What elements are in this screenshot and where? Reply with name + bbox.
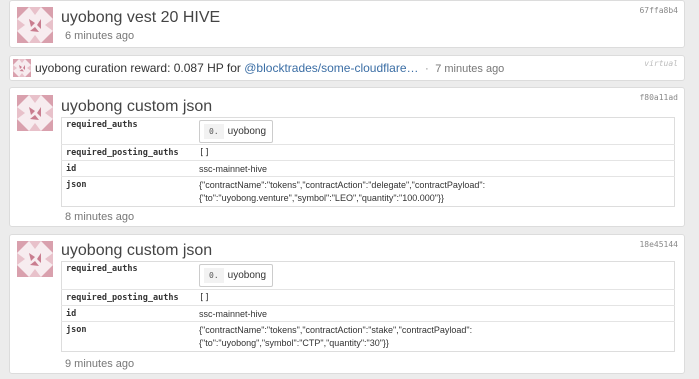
op-params-table: required_auths 0. uyobong required_postin… [61,261,675,352]
param-row: json {"contractName":"tokens","contractA… [61,321,675,352]
json-line: {"to":"uyobong.venture","symbol":"LEO","… [199,192,444,203]
param-key: json [61,321,195,352]
avatar[interactable] [17,95,53,131]
json-line: {"to":"uyobong","symbol":"CTP","quantity… [199,337,389,348]
auth-index: 0. [204,123,224,139]
param-key: id [61,160,195,177]
param-row: required_auths 0. uyobong [62,262,675,290]
timestamp[interactable]: 7 minutes ago [435,63,504,75]
auth-account-link[interactable]: uyobong [228,270,266,281]
param-key: json [61,176,195,207]
op-card-custom-json: uyobong custom json f80a11ad required_au… [9,87,685,227]
curation-text: uyobong curation reward: 0.087 HP for [35,61,241,75]
param-row: required_posting_auths [] [61,289,675,306]
trx-id[interactable]: 18e45144 [639,240,678,249]
timestamp[interactable]: 9 minutes ago [65,358,134,370]
op-title[interactable]: uyobong vest 20 HIVE [61,9,220,27]
auth-account-link[interactable]: uyobong [228,126,266,137]
op-params-table: required_auths 0. uyobong required_postin… [61,117,675,207]
auth-box: 0. uyobong [199,264,274,287]
op-title[interactable]: uyobong custom json [61,242,212,260]
param-value: 0. uyobong [195,262,675,290]
post-link[interactable]: @blocktrades/some-cloudflare… [244,61,418,75]
avatar[interactable] [17,7,53,43]
auth-index: 0. [204,268,224,283]
param-key: id [61,305,195,322]
avatar[interactable] [13,59,31,77]
json-line: {"contractName":"tokens","contractAction… [199,179,486,190]
auth-box: 0. uyobong [199,119,274,143]
trx-id: virtual [644,59,678,68]
param-value: {"contractName":"tokens","contractAction… [195,176,675,207]
param-value: [] [195,144,675,161]
avatar[interactable] [17,241,53,277]
param-value: [] [195,289,675,306]
param-row: json {"contractName":"tokens","contractA… [61,176,675,207]
param-key: required_posting_auths [61,144,195,161]
param-key: required_auths [66,120,138,130]
timestamp[interactable]: 6 minutes ago [65,30,134,42]
op-card-vest: uyobong vest 20 HIVE 67ffa8b4 6 minutes … [9,0,685,48]
json-line: {"contractName":"tokens","contractAction… [199,324,473,335]
param-row: id ssc-mainnet-hive [61,160,675,177]
param-value: {"contractName":"tokens","contractAction… [195,321,675,352]
param-key: required_auths [66,264,138,274]
timestamp[interactable]: 8 minutes ago [65,211,134,223]
op-card-curation: uyobong curation reward: 0.087 HP for @b… [9,55,685,81]
separator: · [424,61,429,75]
param-row: required_posting_auths [] [61,144,675,161]
trx-id[interactable]: f80a11ad [639,93,678,102]
param-value: 0. uyobong [195,118,675,145]
curation-line: uyobong curation reward: 0.087 HP for @b… [35,61,504,75]
op-card-custom-json: uyobong custom json 18e45144 required_au… [9,234,685,374]
trx-id[interactable]: 67ffa8b4 [639,6,678,15]
param-row: id ssc-mainnet-hive [61,305,675,322]
param-key: required_posting_auths [61,289,195,306]
param-value: ssc-mainnet-hive [195,305,675,322]
op-title[interactable]: uyobong custom json [61,98,212,116]
param-row: required_auths 0. uyobong [62,118,675,145]
param-value: ssc-mainnet-hive [195,160,675,177]
